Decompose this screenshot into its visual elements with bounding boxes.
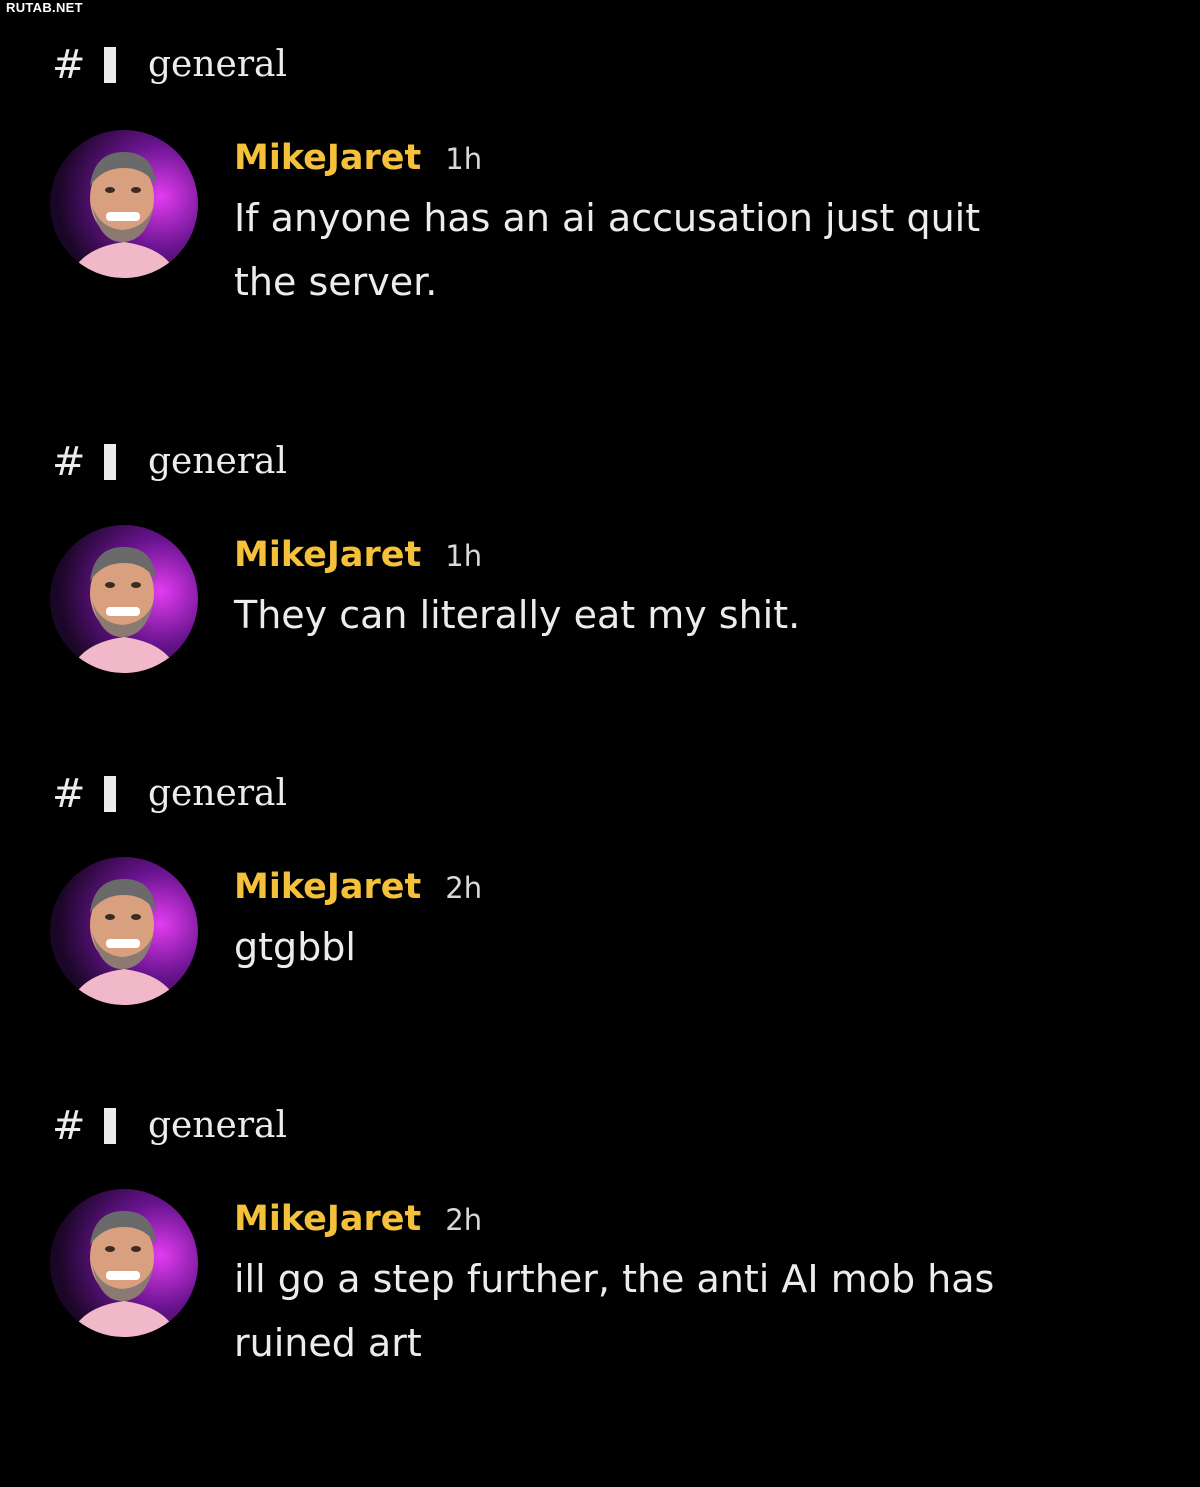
message-text: If anyone has an ai accusation just quit…	[234, 196, 981, 304]
avatar[interactable]	[50, 130, 198, 278]
message-text: ill go a step further, the anti AI mob h…	[234, 1257, 995, 1365]
channel-name: general	[148, 44, 288, 85]
avatar[interactable]	[50, 1189, 198, 1337]
timestamp: 1h	[445, 539, 483, 573]
message: MikeJaret 1h They can literally eat my s…	[234, 533, 1134, 647]
watermark: RUTAB.NET	[6, 0, 83, 15]
hash-icon: #	[52, 1103, 86, 1149]
timestamp: 2h	[445, 1203, 483, 1237]
channel-header[interactable]: # general	[52, 1101, 287, 1151]
hash-icon: #	[52, 771, 86, 817]
channel-header[interactable]: # general	[52, 40, 287, 90]
author-name[interactable]: MikeJaret	[234, 1197, 421, 1241]
hash-icon: #	[52, 439, 86, 485]
thread-bar-icon	[104, 776, 116, 812]
message: MikeJaret 2h ill go a step further, the …	[234, 1197, 1134, 1375]
message: MikeJaret 2h gtgbbl	[234, 865, 1134, 979]
timestamp: 1h	[445, 142, 483, 176]
channel-header[interactable]: # general	[52, 437, 287, 487]
timestamp: 2h	[445, 871, 483, 905]
message-text: They can literally eat my shit.	[234, 593, 801, 637]
avatar[interactable]	[50, 857, 198, 1005]
channel-name: general	[148, 441, 288, 482]
avatar[interactable]	[50, 525, 198, 673]
channel-name: general	[148, 773, 288, 814]
thread-bar-icon	[104, 47, 116, 83]
thread-bar-icon	[104, 1108, 116, 1144]
author-name[interactable]: MikeJaret	[234, 136, 421, 180]
author-name[interactable]: MikeJaret	[234, 865, 421, 909]
hash-icon: #	[52, 42, 86, 88]
message-text: gtgbbl	[234, 925, 356, 969]
channel-header[interactable]: # general	[52, 769, 287, 819]
thread-bar-icon	[104, 444, 116, 480]
channel-name: general	[148, 1105, 288, 1146]
author-name[interactable]: MikeJaret	[234, 533, 421, 577]
message: MikeJaret 1h If anyone has an ai accusat…	[234, 136, 1134, 314]
